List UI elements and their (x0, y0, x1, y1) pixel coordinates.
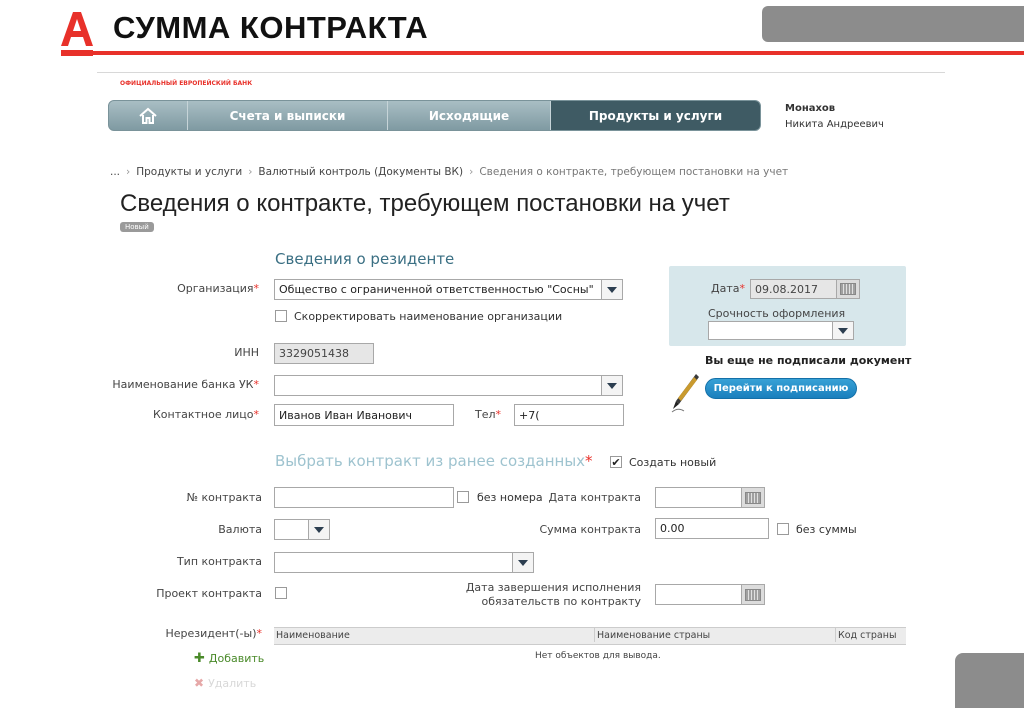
delete-icon: ✖ (194, 676, 205, 690)
bank-select[interactable] (274, 375, 623, 396)
breadcrumb-separator: › (126, 166, 131, 178)
bank-tagline: ОФИЦИАЛЬНЫЙ ЕВРОПЕЙСКИЙ БАНК (120, 80, 253, 87)
main-nav: Счета и выписки Исходящие Продукты и усл… (108, 100, 761, 131)
slide-divider (92, 51, 1024, 55)
breadcrumb-separator: › (248, 166, 253, 178)
nonresident-label: Нерезидент(-ы)* (165, 627, 263, 640)
plus-icon: ✚ (194, 651, 205, 666)
slide-title: СУММА КОНТРАКТА (113, 10, 429, 45)
nav-accounts[interactable]: Счета и выписки (188, 101, 388, 130)
slide-decoration-bar (762, 6, 1024, 42)
calendar-icon[interactable] (741, 585, 764, 604)
breadcrumb-separator: › (469, 166, 474, 178)
urgency-label: Срочность оформления (708, 307, 846, 320)
breadcrumb: ... › Продукты и услуги › Валютный контроль … (110, 166, 788, 178)
end-date-label-line2: обязательств по контракту (481, 595, 641, 608)
chevron-down-icon[interactable] (308, 520, 329, 539)
chevron-down-icon[interactable] (832, 322, 853, 339)
pen-icon (671, 374, 699, 413)
nonresident-table-header: Наименование Наименование страны Код стр… (274, 627, 906, 645)
end-date-label: Дата завершения исполнения обязательств … (466, 581, 641, 609)
chevron-down-icon[interactable] (601, 280, 622, 299)
breadcrumb-ellipsis[interactable]: ... (110, 166, 120, 178)
correct-name-checkbox[interactable] (275, 310, 287, 322)
contact-field[interactable]: Иванов Иван Иванович (274, 404, 454, 426)
contact-label: Контактное лицо* (152, 408, 259, 421)
user-first-names[interactable]: Никита Андреевич (785, 119, 884, 130)
correct-name-label: Скорректировать наименование организации (294, 310, 563, 323)
date-label: Дата* (711, 282, 745, 295)
checkmark-icon: ✔ (611, 455, 621, 469)
delete-label: Удалить (208, 676, 257, 690)
contract-type-label: Тип контракта (176, 555, 262, 568)
organization-select[interactable]: Общество с ограниченной ответственностью… (274, 279, 623, 300)
no-number-label: без номера (477, 491, 543, 504)
no-sum-checkbox[interactable] (777, 523, 789, 535)
date-field[interactable]: 09.08.2017 (750, 279, 860, 299)
create-new-label: Создать новый (629, 456, 717, 469)
section-title-resident: Сведения о резиденте (275, 250, 455, 268)
phone-field[interactable]: +7( (514, 404, 624, 426)
currency-select[interactable] (274, 519, 330, 540)
slide-corner-decoration (955, 653, 1024, 708)
column-country-name[interactable]: Наименование страны (597, 630, 710, 641)
end-date-field[interactable] (655, 584, 765, 605)
user-last-name[interactable]: Монахов (785, 103, 835, 114)
contract-project-checkbox[interactable] (275, 587, 287, 599)
bank-label: Наименование банка УК* (112, 378, 259, 391)
nav-home[interactable] (109, 101, 188, 130)
header-divider (97, 72, 945, 73)
calendar-icon[interactable] (836, 280, 859, 298)
inn-field[interactable]: 3329051438 (274, 343, 374, 364)
column-divider (835, 628, 836, 642)
alfa-logo-icon (61, 12, 93, 56)
currency-label: Валюта (218, 523, 262, 536)
chevron-down-icon[interactable] (512, 553, 533, 572)
column-country-code[interactable]: Код страны (838, 630, 896, 641)
breadcrumb-current: Сведения о контракте, требующем постанов… (479, 166, 789, 178)
phone-label: Тел* (475, 408, 502, 421)
breadcrumb-products[interactable]: Продукты и услуги (136, 166, 242, 178)
status-badge: Новый (120, 222, 154, 232)
delete-nonresident-button[interactable]: ✖ Удалить (194, 676, 256, 690)
contract-number-field[interactable] (274, 487, 454, 508)
breadcrumb-currency-control[interactable]: Валютный контроль (Документы ВК) (258, 166, 463, 178)
create-new-checkbox[interactable]: ✔ (610, 456, 622, 468)
contract-sum-field[interactable]: 0.00 (655, 518, 769, 539)
no-sum-label: без суммы (796, 523, 857, 536)
column-divider (594, 628, 595, 642)
end-date-label-line1: Дата завершения исполнения (465, 581, 641, 594)
nav-products[interactable]: Продукты и услуги (551, 101, 760, 130)
contract-project-label: Проект контракта (156, 587, 262, 600)
add-nonresident-button[interactable]: ✚ Добавить (194, 651, 264, 666)
date-value: 09.08.2017 (755, 282, 818, 296)
urgency-select[interactable] (708, 321, 854, 340)
add-label: Добавить (208, 652, 265, 665)
section-title-contract[interactable]: Выбрать контракт из ранее созданных* (275, 452, 593, 470)
org-label: Организация* (177, 282, 259, 295)
contract-date-label: Дата контракта (548, 491, 641, 504)
contract-number-label: № контракта (186, 491, 262, 504)
no-number-checkbox[interactable] (457, 491, 469, 503)
empty-table-message: Нет объектов для вывода. (535, 651, 661, 661)
organization-value: Общество с ограниченной ответственностью… (279, 283, 594, 296)
inn-label: ИНН (234, 346, 259, 359)
chevron-down-icon[interactable] (601, 376, 622, 395)
column-name[interactable]: Наименование (276, 630, 350, 641)
contract-date-field[interactable] (655, 487, 765, 508)
nav-outgoing[interactable]: Исходящие (388, 101, 551, 130)
go-to-sign-button[interactable]: Перейти к подписанию (705, 378, 857, 399)
home-icon (139, 107, 157, 124)
page-title: Сведения о контракте, требующем постанов… (120, 190, 730, 217)
contract-sum-label: Сумма контракта (539, 523, 641, 536)
calendar-icon[interactable] (741, 488, 764, 507)
contract-type-select[interactable] (274, 552, 534, 573)
not-signed-notice: Вы еще не подписали документ (705, 354, 912, 367)
